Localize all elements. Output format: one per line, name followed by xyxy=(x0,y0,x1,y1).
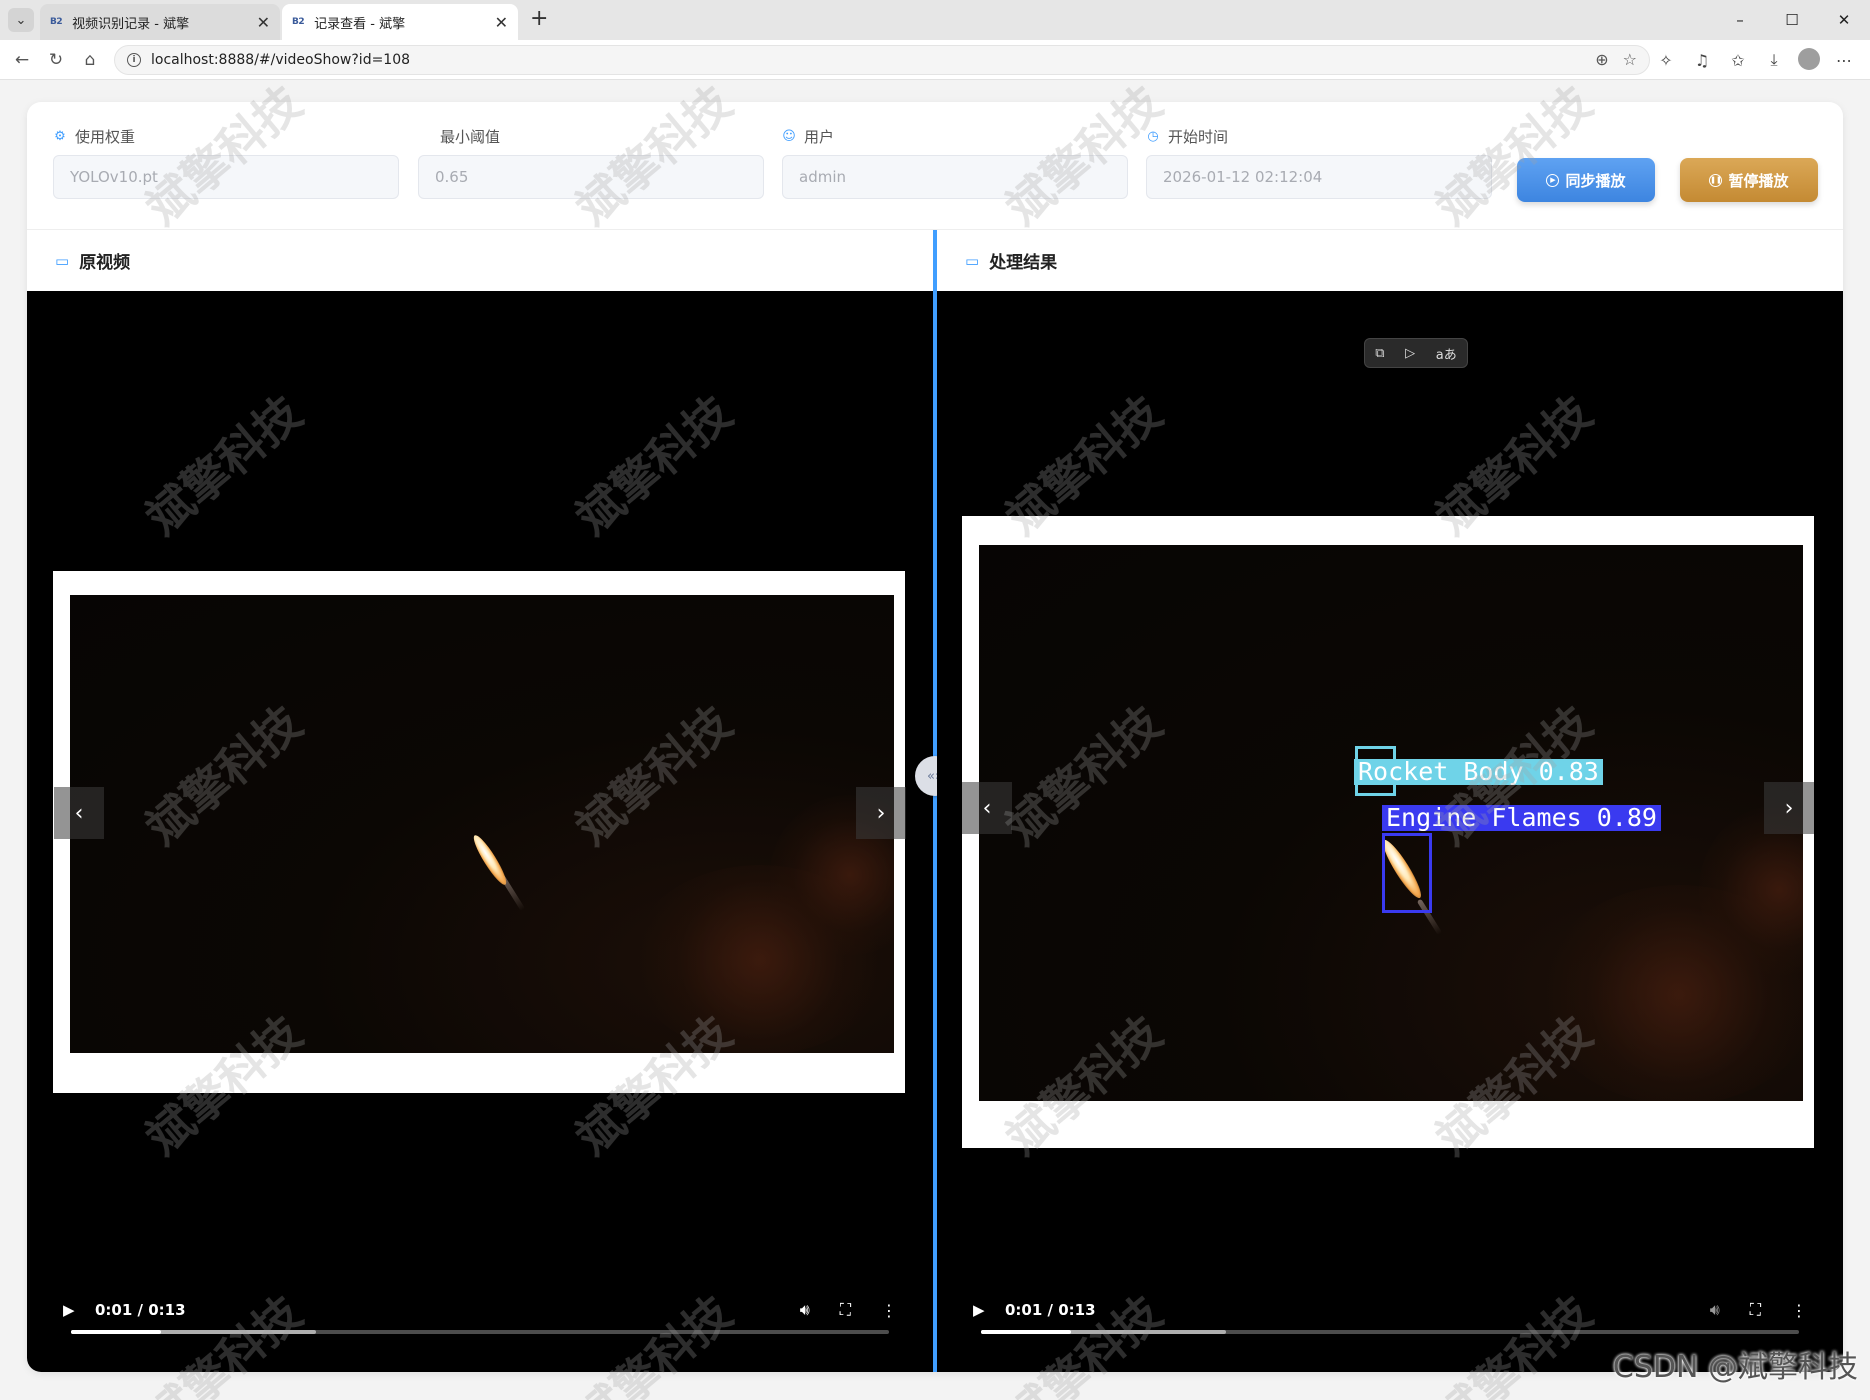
home-icon[interactable]: ⌂ xyxy=(78,48,102,72)
start-time-field: ◷ 开始时间 2026-01-12 02:12:04 xyxy=(1146,126,1492,199)
favorite-star-icon[interactable]: ☆ xyxy=(1623,50,1637,69)
weight-label: 使用权重 xyxy=(75,127,136,146)
next-arrow-icon[interactable]: › xyxy=(856,787,906,839)
tab-favicon: B2 xyxy=(292,17,305,27)
maximize-icon[interactable]: ☐ xyxy=(1766,0,1818,40)
fullscreen-icon[interactable]: ⛶ xyxy=(840,1300,851,1320)
play-circle-icon: ▶ xyxy=(1546,173,1560,187)
result-video-player[interactable]: ⧉ ▷ aあ Rocket Body 0.83 Engine Flames 0.… xyxy=(937,291,1843,1372)
result-video-header: ▭ 处理结果 xyxy=(937,230,1843,291)
sync-play-button[interactable]: ▶ 同步播放 xyxy=(1517,158,1655,202)
translate-icon[interactable]: aあ xyxy=(1436,344,1457,363)
original-video-image xyxy=(70,595,894,1053)
volume-icon[interactable]: 🔊︎ xyxy=(800,1300,810,1320)
result-video-image: Rocket Body 0.83 Engine Flames 0.89 xyxy=(979,545,1803,1101)
profile-avatar[interactable] xyxy=(1798,48,1820,70)
reload-icon[interactable]: ↻ xyxy=(44,48,68,72)
more-menu-icon[interactable]: ⋯ xyxy=(1832,48,1856,72)
video-controls: ▶ 0:01 / 0:13 🔊︎ ⛶ ⋮ xyxy=(973,1292,1807,1328)
threshold-input[interactable]: 0.65 xyxy=(418,155,764,199)
more-options-icon[interactable]: ⋮ xyxy=(1791,1301,1807,1320)
video-progress-bar[interactable] xyxy=(71,1330,889,1334)
minimize-icon[interactable]: – xyxy=(1714,0,1766,40)
browser-tab-video-records[interactable]: B2 视频识别记录 - 斌擎 ✕ xyxy=(40,4,280,40)
collections-icon[interactable]: ✩ xyxy=(1726,48,1750,72)
window-controls: – ☐ ✕ xyxy=(1714,0,1870,40)
monitor-icon: ▭ xyxy=(965,251,980,270)
window-close-icon[interactable]: ✕ xyxy=(1818,0,1870,40)
start-time-label: 开始时间 xyxy=(1168,127,1229,146)
new-tab-plus-icon[interactable]: + xyxy=(530,6,548,31)
tab-list-chevron-icon[interactable]: ⌄ xyxy=(8,8,34,32)
start-time-input[interactable]: 2026-01-12 02:12:04 xyxy=(1146,155,1492,199)
user-label: 用户 xyxy=(804,127,835,146)
next-arrow-icon[interactable]: › xyxy=(1764,782,1814,834)
tab-close-icon[interactable]: ✕ xyxy=(495,13,508,32)
pause-play-label: 暂停播放 xyxy=(1728,171,1789,190)
record-view-card: ⚙ 使用权重 YOLOv10.pt 最小阈值 0.65 ☺ 用户 admin ◷ 开始… xyxy=(27,102,1843,1372)
url-text: localhost:8888/#/videoShow?id=108 xyxy=(151,52,411,68)
zoom-icon[interactable]: ⊕ xyxy=(1595,50,1608,69)
video-camera-icon: ▭ xyxy=(55,251,70,270)
address-bar[interactable]: i localhost:8888/#/videoShow?id=108 ⊕ ☆ xyxy=(114,45,1650,75)
csdn-credit: CSDN @斌擎科技 xyxy=(1612,1350,1858,1385)
original-video-header: ▭ 原视频 xyxy=(27,230,933,291)
volume-icon[interactable]: 🔊︎ xyxy=(1710,1300,1720,1320)
video-controls: ▶ 0:01 / 0:13 🔊︎ ⛶ ⋮ xyxy=(63,1292,897,1328)
clock-icon: ◷ xyxy=(1147,128,1159,144)
video-time: 0:01 / 0:13 xyxy=(1005,1301,1096,1319)
browser-tab-bar: ⌄ B2 视频识别记录 - 斌擎 ✕ B2 记录查看 - 斌擎 ✕ + – ☐ … xyxy=(0,0,1870,40)
play-icon[interactable]: ▶ xyxy=(63,1301,79,1319)
address-toolbar: ← ↻ ⌂ i localhost:8888/#/videoShow?id=10… xyxy=(0,40,1870,80)
extensions-puzzle-icon[interactable]: ✧ xyxy=(1654,48,1678,72)
threshold-field: 最小阈值 0.65 xyxy=(418,126,764,199)
result-video-panel: ▭ 处理结果 ⧉ ▷ aあ Rocket Body 0.83 Engine Fl… xyxy=(937,230,1843,1372)
tab-close-icon[interactable]: ✕ xyxy=(257,13,270,32)
original-video-frame xyxy=(53,571,905,1093)
video-search-icon[interactable]: ▷ xyxy=(1405,346,1415,361)
played-bar xyxy=(981,1330,1071,1334)
prev-arrow-icon[interactable]: ‹ xyxy=(54,787,104,839)
browser-tab-record-view[interactable]: B2 记录查看 - 斌擎 ✕ xyxy=(282,4,518,40)
media-control-icon[interactable]: ♫ xyxy=(1690,48,1714,72)
pause-play-button[interactable]: ❚❚ 暂停播放 xyxy=(1680,158,1818,202)
weight-field: ⚙ 使用权重 YOLOv10.pt xyxy=(53,126,399,199)
sync-play-label: 同步播放 xyxy=(1565,171,1626,190)
pause-circle-icon: ❚❚ xyxy=(1709,173,1723,187)
result-video-title: 处理结果 xyxy=(989,253,1058,273)
gear-icon: ⚙ xyxy=(54,128,66,144)
play-icon[interactable]: ▶ xyxy=(973,1301,989,1319)
tab-favicon: B2 xyxy=(50,17,63,27)
tab-title: 记录查看 - 斌擎 xyxy=(314,16,406,32)
original-video-title: 原视频 xyxy=(79,253,131,273)
video-time: 0:01 / 0:13 xyxy=(95,1301,186,1319)
weight-input[interactable]: YOLOv10.pt xyxy=(53,155,399,199)
user-icon: ☺ xyxy=(782,128,796,144)
back-arrow-icon[interactable]: ← xyxy=(10,48,34,72)
result-video-frame: Rocket Body 0.83 Engine Flames 0.89 xyxy=(962,516,1814,1148)
download-icon[interactable]: ⤓ xyxy=(1762,48,1786,72)
fullscreen-icon[interactable]: ⛶ xyxy=(1750,1300,1761,1320)
rocket-flame xyxy=(469,832,511,888)
user-input[interactable]: admin xyxy=(782,155,1128,199)
tab-title: 视频识别记录 - 斌擎 xyxy=(72,16,190,32)
video-progress-bar[interactable] xyxy=(981,1330,1799,1334)
played-bar xyxy=(71,1330,161,1334)
user-field: ☺ 用户 admin xyxy=(782,126,1128,199)
prev-arrow-icon[interactable]: ‹ xyxy=(962,782,1012,834)
browser-toolbar-icons: ✧ ♫ ✩ ⤓ ⋯ xyxy=(1654,48,1856,72)
engine-flames-box xyxy=(1382,833,1432,913)
site-info-icon[interactable]: i xyxy=(127,53,141,67)
threshold-label: 最小阈值 xyxy=(440,127,501,146)
more-options-icon[interactable]: ⋮ xyxy=(881,1301,897,1320)
engine-flames-label: Engine Flames 0.89 xyxy=(1382,805,1661,831)
video-overlay-toolbar: ⧉ ▷ aあ xyxy=(1364,338,1468,368)
original-video-panel: ▭ 原视频 ‹ › ▶ 0:01 / 0:13 🔊︎ ⛶ ⋮ xyxy=(27,230,933,1372)
rocket-body-label: Rocket Body 0.83 xyxy=(1354,759,1603,785)
original-video-player[interactable]: ‹ › ▶ 0:01 / 0:13 🔊︎ ⛶ ⋮ xyxy=(27,291,933,1372)
record-info-bar: ⚙ 使用权重 YOLOv10.pt 最小阈值 0.65 ☺ 用户 admin ◷ 开始… xyxy=(27,102,1843,230)
picture-in-picture-icon[interactable]: ⧉ xyxy=(1375,346,1384,361)
